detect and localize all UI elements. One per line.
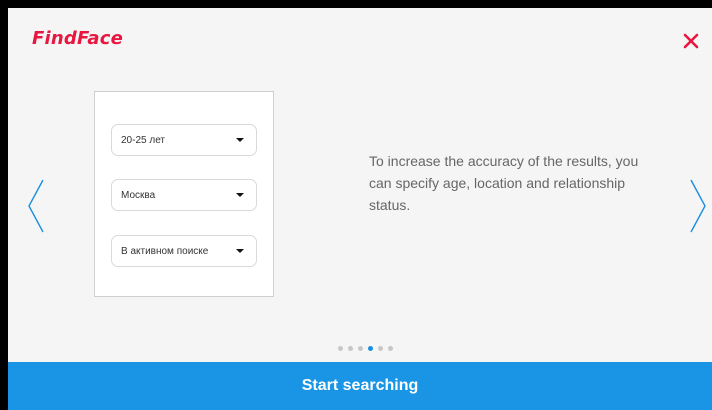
caret-down-icon [236,193,244,197]
pagination-dot[interactable] [338,346,343,351]
caret-down-icon [236,249,244,253]
close-icon [683,33,699,49]
pagination-dot[interactable] [378,346,383,351]
pagination-dot[interactable] [368,346,373,351]
location-dropdown-value: Москва [121,189,156,201]
chevron-right-icon [690,179,706,233]
slide-description: To increase the accuracy of the results,… [369,153,639,213]
onboarding-modal: FindFace 20-25 лет Москва В активном пои… [8,8,712,410]
close-button[interactable] [682,32,700,50]
pagination-dot[interactable] [358,346,363,351]
next-slide-button[interactable] [688,178,708,234]
pagination-dots [338,346,393,354]
filters-preview: 20-25 лет Москва В активном поиске [94,91,274,297]
findface-logo: FindFace [32,28,124,49]
start-searching-button[interactable]: Start searching [8,362,712,410]
age-dropdown-value: 20-25 лет [121,134,165,146]
chevron-left-icon [28,179,44,233]
previous-slide-button[interactable] [26,178,46,234]
pagination-dot[interactable] [388,346,393,351]
caret-down-icon [236,138,244,142]
relationship-dropdown[interactable]: В активном поиске [111,235,257,267]
pagination-dot[interactable] [348,346,353,351]
relationship-dropdown-value: В активном поиске [121,245,209,257]
age-dropdown[interactable]: 20-25 лет [111,124,257,156]
location-dropdown[interactable]: Москва [111,179,257,211]
